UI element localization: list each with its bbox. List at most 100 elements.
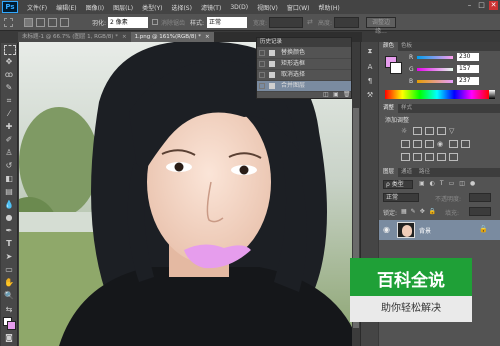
antialias-checkbox[interactable] bbox=[152, 19, 158, 25]
lock-position-icon[interactable]: ✥ bbox=[420, 208, 425, 216]
eraser-tool-icon[interactable]: ◧ bbox=[3, 174, 15, 184]
shape-filter-icon[interactable]: ▭ bbox=[449, 180, 455, 189]
background-color-swatch[interactable] bbox=[7, 321, 16, 330]
create-document-icon[interactable]: ▣ bbox=[333, 91, 339, 98]
history-item[interactable]: 矩形选框 bbox=[257, 59, 351, 70]
close-button[interactable]: ✕ bbox=[489, 1, 498, 10]
tab-paths[interactable]: 路径 bbox=[415, 168, 434, 177]
lock-pixels-icon[interactable]: ✎ bbox=[411, 208, 416, 216]
eyedropper-tool-icon[interactable]: ⁄ bbox=[3, 109, 15, 119]
blend-mode-select[interactable]: 正常 bbox=[383, 193, 419, 202]
tab-styles[interactable]: 样式 bbox=[397, 104, 416, 113]
dodge-tool-icon[interactable]: ● bbox=[3, 213, 15, 223]
photo-filter-icon[interactable]: ◉ bbox=[437, 140, 446, 148]
color-lookup-icon[interactable] bbox=[461, 140, 470, 148]
layer-name[interactable]: 背景 bbox=[419, 226, 431, 235]
red-value-input[interactable]: 230 bbox=[457, 53, 479, 61]
new-snapshot-icon[interactable]: ◫ bbox=[323, 91, 329, 98]
lock-transparency-icon[interactable]: ▦ bbox=[401, 208, 407, 216]
history-checkbox[interactable] bbox=[259, 83, 265, 89]
move-tool-icon[interactable]: ✥ bbox=[3, 57, 15, 67]
type-filter-icon[interactable]: T bbox=[440, 180, 444, 189]
quick-select-tool-icon[interactable]: ✎ bbox=[3, 83, 15, 93]
tab-close-icon[interactable]: × bbox=[205, 34, 210, 40]
tab-close-icon[interactable]: × bbox=[122, 34, 127, 40]
quick-mask-icon[interactable]: ◙ bbox=[3, 333, 15, 343]
menu-layer[interactable]: 图层(L) bbox=[113, 3, 133, 12]
subtract-selection-icon[interactable] bbox=[48, 18, 57, 27]
grayscale-ramp[interactable] bbox=[489, 90, 495, 99]
menu-3d[interactable]: 3D(D) bbox=[230, 4, 248, 11]
history-panel-icon[interactable]: ⧗ bbox=[364, 46, 376, 56]
history-checkbox[interactable] bbox=[259, 61, 265, 67]
lock-all-icon[interactable]: 🔒 bbox=[429, 208, 436, 216]
background-color-chip[interactable] bbox=[390, 62, 402, 74]
visibility-eye-icon[interactable]: ◉ bbox=[383, 225, 390, 234]
history-item[interactable]: 替换颜色 bbox=[257, 48, 351, 59]
curves-icon[interactable] bbox=[425, 127, 434, 135]
healing-brush-icon[interactable]: ✚ bbox=[3, 122, 15, 132]
maximize-button[interactable]: □ bbox=[477, 1, 486, 10]
black-white-icon[interactable] bbox=[425, 140, 434, 148]
zoom-tool-icon[interactable]: 🔍 bbox=[3, 291, 15, 301]
brush-tool-icon[interactable]: ✐ bbox=[3, 135, 15, 145]
hand-tool-icon[interactable]: ✋ bbox=[3, 278, 15, 288]
menu-help[interactable]: 帮助(H) bbox=[319, 3, 340, 12]
character-panel-icon[interactable]: ¶ bbox=[364, 76, 376, 86]
feather-input[interactable]: 2 像素 bbox=[108, 17, 148, 28]
menu-view[interactable]: 视图(V) bbox=[257, 3, 278, 12]
green-value-input[interactable]: 157 bbox=[457, 65, 479, 73]
history-checkbox[interactable] bbox=[259, 72, 265, 78]
history-item[interactable]: 取消选择 bbox=[257, 70, 351, 81]
adjust-filter-icon[interactable]: ◐ bbox=[430, 180, 435, 189]
pixel-filter-icon[interactable]: ▣ bbox=[419, 180, 425, 189]
crop-tool-icon[interactable]: ⌗ bbox=[3, 96, 15, 106]
shape-tool-icon[interactable]: ▭ bbox=[3, 265, 15, 275]
refine-edge-button[interactable]: 调整边缘... bbox=[366, 17, 396, 35]
menu-type[interactable]: 类型(Y) bbox=[142, 3, 162, 12]
tool-presets-icon[interactable]: ⚒ bbox=[364, 90, 376, 100]
height-input[interactable] bbox=[334, 17, 359, 28]
tab-color[interactable]: 颜色 bbox=[379, 42, 399, 51]
tab-1png[interactable]: 1.png @ 161%(RGB/8) * × bbox=[130, 32, 214, 42]
channel-mixer-icon[interactable] bbox=[449, 140, 458, 148]
gradient-tool-icon[interactable]: ▤ bbox=[3, 187, 15, 197]
path-select-tool-icon[interactable]: ➤ bbox=[3, 252, 15, 262]
blue-slider[interactable] bbox=[417, 80, 453, 83]
minimize-button[interactable]: – bbox=[465, 1, 474, 10]
green-slider[interactable] bbox=[417, 68, 453, 71]
history-checkbox[interactable] bbox=[259, 50, 265, 56]
posterize-icon[interactable] bbox=[413, 153, 422, 161]
invert-icon[interactable] bbox=[401, 153, 410, 161]
smart-filter-icon[interactable]: ◫ bbox=[459, 180, 465, 189]
tab-layers[interactable]: 图层 bbox=[379, 168, 399, 177]
selective-color-icon[interactable] bbox=[449, 153, 458, 161]
tab-adjustments[interactable]: 调整 bbox=[379, 104, 399, 113]
brush-panel-icon[interactable]: A bbox=[364, 62, 376, 72]
layer-filter-select[interactable]: ρ 类型 bbox=[383, 180, 413, 189]
tab-swatches[interactable]: 色板 bbox=[397, 42, 416, 51]
threshold-icon[interactable] bbox=[425, 153, 434, 161]
pen-tool-icon[interactable]: ✒ bbox=[3, 226, 15, 236]
swap-colors-icon[interactable]: ⇆ bbox=[3, 305, 15, 315]
clone-stamp-icon[interactable]: ♙ bbox=[3, 148, 15, 158]
exposure-icon[interactable] bbox=[437, 127, 446, 135]
menu-edit[interactable]: 编辑(E) bbox=[56, 3, 76, 12]
trash-icon[interactable]: 🗑 bbox=[343, 91, 351, 98]
width-input[interactable] bbox=[269, 17, 303, 28]
filter-toggle-icon[interactable]: ● bbox=[470, 180, 475, 189]
tab-untitled[interactable]: 未标题-1 @ 66.7% (图层 1, RGB/8) * × bbox=[18, 32, 131, 42]
lasso-tool-icon[interactable]: ꝏ bbox=[3, 70, 15, 80]
vibrance-icon[interactable]: ▽ bbox=[449, 127, 458, 135]
rect-marquee-tool-icon[interactable] bbox=[4, 45, 16, 55]
color-spectrum-bar[interactable] bbox=[385, 90, 489, 99]
blue-value-input[interactable]: 237 bbox=[457, 77, 479, 85]
menu-filter[interactable]: 滤镜(T) bbox=[201, 3, 221, 12]
hue-saturation-icon[interactable] bbox=[401, 140, 410, 148]
marquee-tool-preset-icon[interactable] bbox=[4, 18, 13, 27]
history-brush-icon[interactable]: ↺ bbox=[3, 161, 15, 171]
opacity-input[interactable] bbox=[469, 193, 491, 202]
gradient-map-icon[interactable] bbox=[437, 153, 446, 161]
type-tool-icon[interactable]: T bbox=[3, 239, 15, 249]
intersect-selection-icon[interactable] bbox=[60, 18, 69, 27]
